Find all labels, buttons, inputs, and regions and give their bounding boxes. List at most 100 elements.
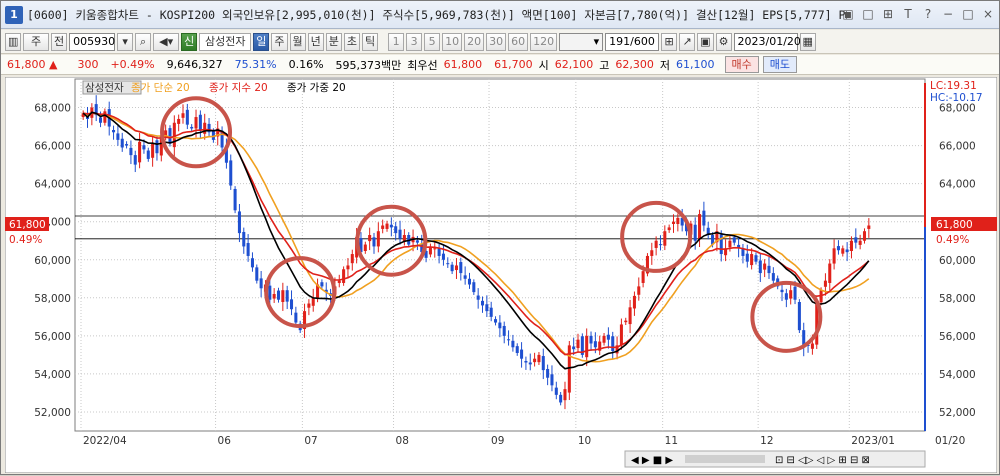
- candle-body: [190, 126, 194, 129]
- count-input[interactable]: 191/600: [605, 32, 660, 51]
- candle-body: [784, 293, 788, 300]
- interval-120[interactable]: 120: [530, 32, 558, 51]
- window-controls: ▣ □ ⊞ T ? − □ ×: [841, 6, 995, 22]
- candle-body: [311, 297, 315, 306]
- chart-legend: 삼성전자 종가 단순 20 종가 지수 20 종가 가중 20: [82, 80, 346, 95]
- scroll-left-icon[interactable]: ◀ ▶ ■ ▶: [631, 455, 673, 466]
- trend-icon[interactable]: ↗: [679, 32, 696, 51]
- scroll-thumb[interactable]: [685, 455, 765, 463]
- price-chart-svg[interactable]: 52,00054,00056,00058,00060,00062,00064,0…: [4, 76, 998, 474]
- maximize-icon[interactable]: □: [961, 6, 975, 22]
- period-button-day[interactable]: 일: [253, 32, 270, 51]
- candle-body: [845, 249, 849, 253]
- candle-body: [146, 150, 150, 159]
- prev-button[interactable]: 전: [51, 32, 68, 51]
- candle-body: [849, 240, 853, 252]
- period-button-tick[interactable]: 틱: [362, 32, 379, 51]
- candle-body: [797, 301, 801, 331]
- tile-icon[interactable]: ⊞: [881, 6, 895, 22]
- volume-ratio: 75.31%: [234, 58, 277, 71]
- magnifier-icon[interactable]: ⌕: [135, 32, 152, 51]
- window-number-badge[interactable]: 1: [5, 5, 23, 24]
- quote-bar: 61,800 ▲ 300 +0.49% 9,646,327 75.31% 0.1…: [1, 55, 999, 75]
- period-button-year[interactable]: 년: [307, 32, 324, 51]
- scroll-controls[interactable]: ◀ ▶ ■ ▶ ⊡ ⊟ ◁▷ ◁ ▷ ⊞ ⊟ ⊠: [624, 450, 926, 468]
- interval-60[interactable]: 60: [508, 32, 529, 51]
- text-icon[interactable]: T: [901, 6, 915, 22]
- ask-price: 61,800: [443, 58, 483, 71]
- y-tick-label-right: 58,000: [939, 293, 976, 305]
- price-tag-left-text: 61,800: [9, 219, 46, 231]
- link-icon[interactable]: ▣: [841, 6, 855, 22]
- interval-10[interactable]: 10: [442, 32, 463, 51]
- candle-body: [537, 354, 541, 363]
- code-dropdown-icon[interactable]: ▾: [117, 32, 134, 51]
- interval-dropdown[interactable]: ▾: [559, 32, 604, 51]
- date-input[interactable]: 2023/01/20: [733, 32, 801, 51]
- interval-30[interactable]: 30: [486, 32, 507, 51]
- candle-body: [259, 278, 263, 289]
- candle-body: [129, 147, 133, 156]
- zoom-icons[interactable]: ⊡ ⊟ ◁▷ ◁ ▷ ⊞ ⊟ ⊠: [775, 455, 870, 466]
- candle-body: [237, 211, 241, 234]
- candle-body: [576, 339, 580, 349]
- x-tick-label: 07: [304, 435, 317, 447]
- candle-body: [116, 133, 120, 140]
- x-tick-label: 2022/04: [83, 435, 127, 447]
- chart-type-icon[interactable]: ▥: [5, 32, 21, 51]
- candle-body: [515, 346, 519, 353]
- period-button-week[interactable]: 주: [271, 32, 288, 51]
- candle-body: [563, 389, 567, 401]
- candle-body: [467, 278, 472, 285]
- candle-body: [867, 225, 871, 229]
- open-label: 시: [538, 58, 549, 72]
- candle-body: [489, 307, 493, 317]
- candle-body: [385, 223, 389, 229]
- restore-icon[interactable]: □: [861, 6, 875, 22]
- calendar-icon[interactable]: ▦: [799, 32, 816, 51]
- help-icon[interactable]: ?: [921, 6, 935, 22]
- stock-code-input[interactable]: 005930: [69, 32, 116, 51]
- candle-body: [606, 334, 610, 340]
- volume: 9,646,327: [166, 58, 223, 71]
- candle-body: [376, 231, 380, 247]
- save-icon[interactable]: ▣: [697, 32, 714, 51]
- buy-button[interactable]: 매수: [724, 56, 759, 73]
- interval-1[interactable]: 1: [388, 32, 405, 51]
- chart-area[interactable]: 52,000 54,000 56,000 58,000 60,000 62,000 64,0…: [4, 76, 998, 474]
- candle-body: [858, 240, 862, 245]
- minimize-icon[interactable]: −: [941, 6, 955, 22]
- sell-button[interactable]: 매도: [762, 56, 798, 73]
- speaker-icon[interactable]: ◀▾: [153, 32, 180, 51]
- x-end-label: 01/20: [935, 435, 965, 447]
- candle-body: [194, 117, 198, 129]
- candle-body: [624, 320, 628, 323]
- candle-body: [628, 307, 632, 325]
- period-select[interactable]: 주: [23, 32, 49, 51]
- candle-body: [698, 214, 702, 240]
- y-tick-label: 68,000: [34, 103, 71, 115]
- candle-body: [546, 368, 550, 378]
- interval-5[interactable]: 5: [424, 32, 441, 51]
- lc-label: LC:19.31: [930, 80, 977, 92]
- interval-3[interactable]: 3: [406, 32, 423, 51]
- candle-body: [198, 114, 202, 131]
- candle-body: [793, 286, 797, 300]
- x-tick-label: 08: [396, 435, 409, 447]
- close-icon[interactable]: ×: [981, 6, 995, 22]
- candle-body: [728, 240, 732, 248]
- candle-body: [559, 394, 563, 403]
- count-total: /600: [630, 34, 655, 48]
- candle-body: [632, 295, 636, 309]
- interval-20[interactable]: 20: [464, 32, 485, 51]
- y-tick-label-right: 60,000: [939, 255, 976, 267]
- indicator-icon[interactable]: ⊞: [661, 32, 678, 51]
- period-button-minute[interactable]: 분: [325, 32, 342, 51]
- period-button-second[interactable]: 초: [343, 32, 360, 51]
- candle-body: [763, 263, 767, 270]
- candle-body: [498, 322, 502, 329]
- candle-body: [637, 286, 641, 295]
- period-button-month[interactable]: 월: [289, 32, 306, 51]
- candle-body: [554, 387, 558, 395]
- gear-icon[interactable]: ⚙: [715, 32, 732, 51]
